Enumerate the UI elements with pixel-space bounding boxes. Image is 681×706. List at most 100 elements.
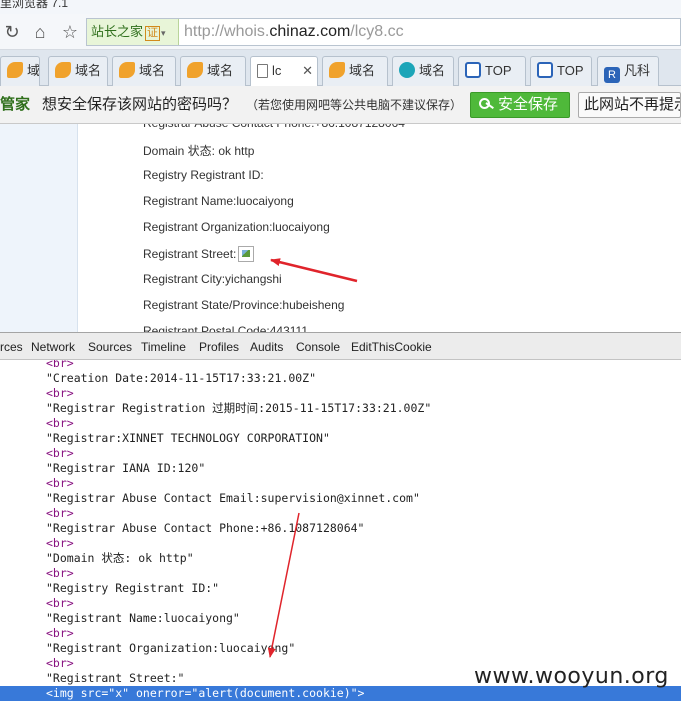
browser-tab[interactable]: 域名 (180, 56, 246, 86)
tab-label: lc (272, 63, 282, 78)
window-title: 里浏览器 7.1 (0, 0, 69, 10)
dom-node-line[interactable]: "Registry Registrant ID:" (46, 581, 219, 596)
refresh-icon[interactable]: ↻ (0, 20, 24, 44)
watermark: www.wooyun.org (474, 664, 669, 689)
whois-line-text: Registrar Abuse Contact Phone:+86.108712… (143, 124, 405, 130)
password-save-bar: 管家 想安全保存该网站的密码吗？ （若您使用网吧等公共电脑不建议保存） 安全保存… (0, 86, 681, 124)
dom-node-line[interactable]: <br> (46, 656, 74, 671)
url-text[interactable]: http://whois.chinaz.com/lcy8.cc (184, 19, 404, 45)
tab-label: 域名 (139, 63, 166, 78)
devtools-tab[interactable]: Timeline (141, 333, 186, 361)
site-badge-label: 站长之家 (91, 24, 144, 39)
broken-image-icon (238, 246, 255, 262)
dom-node-line[interactable]: <br> (46, 416, 74, 431)
tab-label: 域名 (207, 63, 234, 78)
dom-node-line[interactable]: "Registrar IANA ID:120" (46, 461, 205, 476)
whois-line: Registrant Organization:luocaiyong (143, 220, 330, 234)
tab-label: 域名 (75, 63, 102, 78)
home-icon[interactable]: ⌂ (28, 20, 52, 44)
save-password-button[interactable]: 安全保存 (470, 92, 570, 118)
tab-label: 凡科 (624, 63, 651, 78)
dom-node-line[interactable]: "Domain 状态: ok http" (46, 551, 194, 566)
favicon-icon: R (604, 67, 620, 83)
whois-line: Registrant State/Province:hubeisheng (143, 298, 344, 312)
dom-node-line[interactable]: "Registrant Name:luocaiyong" (46, 611, 240, 626)
browser-tab[interactable]: 域名 (48, 56, 108, 86)
dom-node-line[interactable]: <br> (46, 476, 74, 491)
dom-node-line[interactable]: <br> (46, 506, 74, 521)
whois-line-text: Registrant Postal Code:443111 (143, 324, 308, 332)
dom-node-line[interactable]: "Registrar:XINNET TECHNOLOGY CORPORATION… (46, 431, 330, 446)
devtools-tab[interactable]: Sources (88, 333, 132, 361)
browser-tab[interactable]: R 凡科 (597, 56, 659, 86)
dom-node-line[interactable]: <br> (46, 536, 74, 551)
whois-line-text: Registrant State/Province:hubeisheng (143, 298, 345, 312)
whois-line-text: Registrant Organization:luocaiyong (143, 220, 330, 234)
address-bar[interactable]: 站长之家证 ▾ http://whois.chinaz.com/lcy8.cc (86, 18, 681, 46)
whois-page-content: Registrar Abuse Contact Phone:+86.108712… (0, 124, 681, 332)
page-sidebar (0, 124, 78, 332)
dom-node-line[interactable]: "Registrar Abuse Contact Email:supervisi… (46, 491, 420, 506)
whois-line-text: Registrant Name:luocaiyong (143, 194, 294, 208)
certificate-icon: 证 (145, 26, 161, 41)
devtools-tab[interactable]: rces (0, 333, 23, 361)
password-bar-brand: 管家 (0, 96, 31, 113)
whois-line: Registrant Name:luocaiyong (143, 194, 294, 208)
never-for-site-button[interactable]: 此网站不再提示 (578, 92, 681, 118)
navigation-bar: ↻ ⌂ ☆ 站长之家证 ▾ http://whois.chinaz.com/lcy… (0, 14, 681, 50)
browser-tab[interactable]: 域名 (392, 56, 454, 86)
tab-strip: 域名 域名 域名 域名 lc ✕ 域名 域名 TOP TOP R 凡科 (0, 50, 681, 87)
url-prefix: http://whois. (184, 23, 270, 40)
dom-node-line[interactable]: "Registrar Registration 过期时间:2015-11-15T… (46, 401, 431, 416)
dom-node-line[interactable]: <br> (46, 566, 74, 581)
whois-line: Registrant City:yichangshi (143, 272, 282, 286)
favicon-icon (7, 62, 23, 78)
never-for-site-label: 此网站不再提示 (584, 96, 681, 113)
whois-line-text: Registrant City:yichangshi (143, 272, 282, 286)
whois-line: Domain 状态: ok http (143, 142, 254, 159)
whois-line: Registrant Postal Code:443111 (143, 324, 308, 332)
browser-tab[interactable]: 域名 (0, 56, 40, 86)
whois-line-text: Domain 状态: ok http (143, 144, 255, 158)
dom-node-line[interactable]: <br> (46, 626, 74, 641)
devtools-tab[interactable]: Network (31, 333, 75, 361)
bookmark-star-icon[interactable]: ☆ (58, 20, 82, 44)
browser-tab[interactable]: TOP (530, 56, 592, 86)
dom-node-line[interactable]: <br> (46, 386, 74, 401)
whois-line: Registry Registrant ID: (143, 168, 264, 182)
browser-tab[interactable]: TOP (458, 56, 526, 86)
tab-label: 域名 (27, 63, 40, 78)
favicon-icon (329, 62, 345, 78)
close-tab-icon[interactable]: ✕ (302, 57, 313, 85)
dom-node-line[interactable]: "Creation Date:2014-11-15T17:33:21.00Z" (46, 371, 316, 386)
dom-node-line[interactable]: "Registrant Street:" (46, 671, 184, 686)
browser-tab[interactable]: 域名 (112, 56, 176, 86)
browser-tab[interactable]: lc ✕ (250, 56, 318, 87)
browser-tab[interactable]: 域名 (322, 56, 388, 86)
tab-label: 域名 (349, 63, 376, 78)
dom-node-line[interactable]: "Registrar Abuse Contact Phone:+86.10871… (46, 521, 365, 536)
favicon-icon (537, 62, 553, 78)
dom-node-line[interactable]: <br> (46, 360, 74, 371)
favicon-icon (187, 62, 203, 78)
devtools-tab[interactable]: Profiles (199, 333, 239, 361)
site-identity-badge[interactable]: 站长之家证 ▾ (87, 19, 179, 45)
dom-node-line[interactable]: <br> (46, 446, 74, 461)
dom-node-line[interactable]: <br> (46, 596, 74, 611)
save-password-label: 安全保存 (498, 96, 559, 113)
tab-label: TOP (557, 63, 584, 78)
window-title-bar: 里浏览器 7.1 (0, 0, 681, 14)
devtools-tab[interactable]: Console (296, 333, 340, 361)
dom-node-line[interactable]: "Registrant Organization:luocaiyong" (46, 641, 295, 656)
whois-line-text: Registrant Street: (143, 247, 237, 261)
password-bar-note: （若您使用网吧等公共电脑不建议保存） (246, 98, 463, 112)
devtools-tab[interactable]: Audits (250, 333, 283, 361)
devtools-tab[interactable]: EditThisCookie (351, 333, 432, 361)
chevron-down-icon: ▾ (161, 28, 166, 38)
devtools-elements-panel[interactable]: <br> "Creation Date:2014-11-15T17:33:21.0… (0, 360, 681, 706)
favicon-icon (399, 62, 415, 78)
whois-line: Registrar Abuse Contact Phone:+86.108712… (143, 124, 405, 130)
key-icon (479, 96, 495, 112)
tab-label: 域名 (419, 63, 446, 78)
tab-label: TOP (485, 63, 512, 78)
